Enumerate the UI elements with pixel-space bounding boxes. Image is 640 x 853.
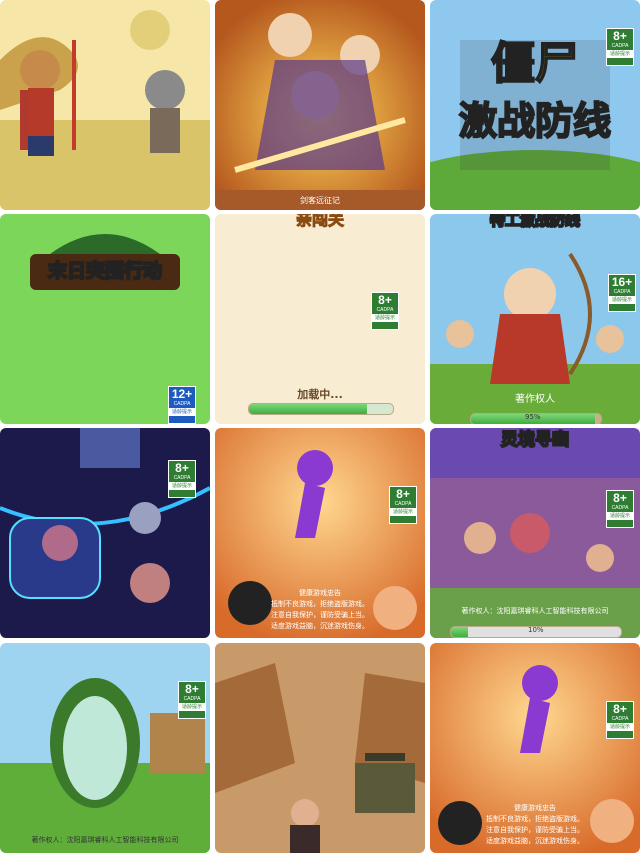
health-notice-line: 适度游戏益脑，沉迷游戏伤身。 — [486, 837, 584, 845]
loading-label: 加载中... — [297, 388, 343, 401]
age-rating-badge: 8+ CADPA 适龄提示 — [389, 486, 417, 524]
swordsman-art — [215, 0, 425, 210]
spirit-realm-copyright: 著作权人：沈阳嘉琪睿科人工智能科技有限公司 — [461, 607, 609, 615]
game-tile-zombie[interactable]: 僵尸 激战防线 8+ CADPA 适龄提示 — [430, 0, 640, 210]
special-defense-copyright: 著作权人 — [515, 394, 555, 405]
health-notice: 健康游戏忠告 抵制不良游戏，拒绝盗版游戏。 注意自我保护，谨防受骗上当。 适度游… — [255, 588, 385, 632]
game-grid: 剑客远征记 僵尸 激战防线 8+ CADPA 适龄提示 末日突围行动 12+ CADP… — [0, 0, 640, 853]
age-rating-badge: 8+ CADPA 适龄提示 — [168, 460, 196, 498]
spirit-realm-progress-fill — [451, 627, 468, 637]
age-rating-badge: 16+ CADPA 适龄提示 — [608, 274, 636, 312]
health-notice-line: 注意自我保护，谨防受骗上当。 — [271, 611, 369, 619]
zombie-title-line2: 激战防线 — [458, 99, 612, 143]
age-rating-badge: 8+ CADPA 适龄提示 — [371, 292, 399, 330]
health-notice-title: 健康游戏忠告 — [299, 589, 341, 597]
health-notice: 健康游戏忠告 抵制不良游戏，拒绝盗版游戏。 注意自我保护，谨防受骗上当。 适度游… — [470, 803, 600, 847]
game-tile-spirit-realm[interactable]: 灵境寻幽 8+ CADPA 适龄提示 著作权人：沈阳嘉琪睿科人工智能科技有限公司 1… — [430, 428, 640, 638]
age-rating-badge: 8+ CADPA 适龄提示 — [606, 28, 634, 66]
game-tile-purple-man-2[interactable]: 8+ CADPA 适龄提示 健康游戏忠告 抵制不良游戏，拒绝盗版游戏。 注意自我保护… — [430, 643, 640, 853]
monkey-wolf-art — [0, 0, 210, 210]
portal-copyright: 著作权人：沈阳嘉琪睿科人工智能科技有限公司 — [31, 836, 179, 844]
game-tile-war-ruins[interactable] — [215, 643, 425, 853]
health-notice-line: 抵制不良游戏，拒绝盗版游戏。 — [271, 600, 369, 608]
loading-top-text: 亲闯关 — [295, 214, 344, 230]
special-defense-title: 特工激战防线 — [489, 214, 581, 230]
special-defense-percent: 95% — [525, 413, 541, 421]
spirit-realm-title: 灵境寻幽 — [500, 429, 570, 451]
game-tile-robots[interactable]: 8+ CADPA 适龄提示 — [0, 428, 210, 638]
game-tile-doomsday[interactable]: 末日突围行动 12+ CADPA 适龄提示 — [0, 214, 210, 424]
health-notice-line: 适度游戏益脑，沉迷游戏伤身。 — [271, 622, 369, 630]
game-tile-portal[interactable]: 8+ CADPA 适龄提示 著作权人：沈阳嘉琪睿科人工智能科技有限公司 — [0, 643, 210, 853]
loading-progress-fill — [249, 404, 368, 414]
doomsday-title: 末日突围行动 — [47, 259, 163, 283]
game-tile-special-defense[interactable]: 特工激战防线 16+ CADPA 适龄提示 著作权人 95% — [430, 214, 640, 424]
health-notice-line: 注意自我保护，谨防受骗上当。 — [486, 826, 584, 834]
age-rating-badge: 12+ CADPA 适龄提示 — [168, 386, 196, 424]
age-rating-badge: 8+ CADPA 适龄提示 — [606, 490, 634, 528]
game-tile-monkey-wolf[interactable] — [0, 0, 210, 210]
health-notice-line: 抵制不良游戏，拒绝盗版游戏。 — [486, 815, 584, 823]
game-tile-swordsman[interactable]: 剑客远征记 — [215, 0, 425, 210]
spirit-realm-percent: 10% — [528, 626, 544, 634]
age-rating-badge: 8+ CADPA 适龄提示 — [178, 681, 206, 719]
war-ruins-art — [215, 643, 425, 853]
loading-progress — [248, 403, 394, 415]
game-tile-loading[interactable]: 亲闯关 8+ CADPA 适龄提示 加载中... — [215, 214, 425, 424]
portal-art — [0, 643, 210, 853]
swordsman-caption: 剑客远征记 — [300, 196, 340, 205]
health-notice-title: 健康游戏忠告 — [514, 804, 556, 812]
game-tile-purple-man[interactable]: 8+ CADPA 适龄提示 健康游戏忠告 抵制不良游戏，拒绝盗版游戏。 注意自我保护… — [215, 428, 425, 638]
zombie-title-line1: 僵尸 — [490, 38, 580, 89]
age-rating-badge: 8+ CADPA 适龄提示 — [606, 701, 634, 739]
